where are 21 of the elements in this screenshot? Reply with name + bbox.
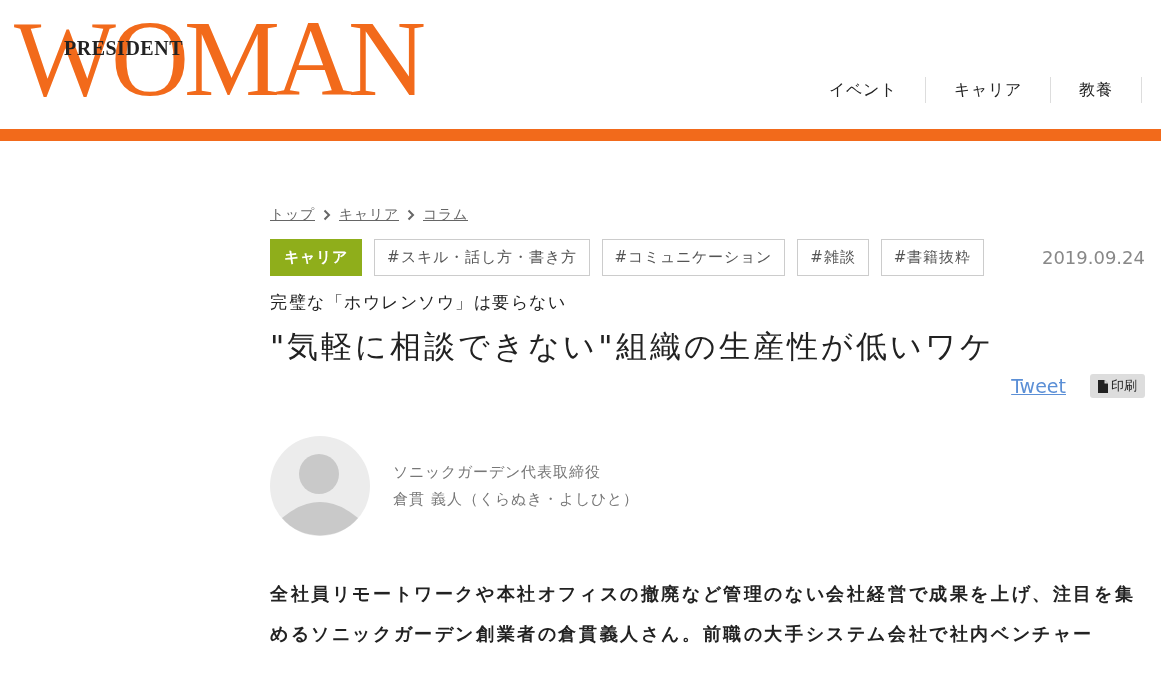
chevron-icon	[323, 209, 331, 221]
breadcrumb-link[interactable]: トップ	[270, 206, 315, 224]
author-role: ソニックガーデン代表取締役	[393, 463, 602, 482]
publish-date: 2019.09.24	[1041, 247, 1145, 268]
author-name: 倉貫 義人（くらぬき・よしひと）	[393, 490, 639, 509]
nav-link[interactable]: キャリア	[926, 77, 1051, 103]
hashtag-link[interactable]: #書籍抜粋	[880, 239, 985, 276]
article-subtitle: 完璧な「ホウレンソウ」は要らない	[270, 291, 567, 314]
breadcrumb-link[interactable]: キャリア	[339, 206, 399, 224]
document-icon	[1098, 379, 1108, 393]
nav-link[interactable]: 教養	[1051, 77, 1142, 103]
hashtag-link[interactable]: #コミュニケーション	[601, 239, 786, 276]
lead-paragraph: 全社員リモートワークや本社オフィスの撤廃など管理のない会社経営で成果を上げ、注目を集めるソニックガーデン創業者の倉貫義人さん。前職の大手システム会社で社内ベンチャー	[270, 582, 1137, 646]
nav-link[interactable]: イベント	[801, 77, 926, 103]
article-title: "気軽に相談できない"組織の生産性が低いワケ	[270, 327, 996, 366]
chevron-icon	[407, 209, 415, 221]
breadcrumb-link[interactable]: コラム	[423, 206, 468, 224]
hashtag-link[interactable]: #雑談	[797, 239, 869, 276]
avatar-icon	[270, 436, 370, 536]
hashtag-link[interactable]: #スキル・話し方・書き方	[374, 239, 590, 276]
print-button[interactable]: 印刷	[1090, 374, 1145, 398]
